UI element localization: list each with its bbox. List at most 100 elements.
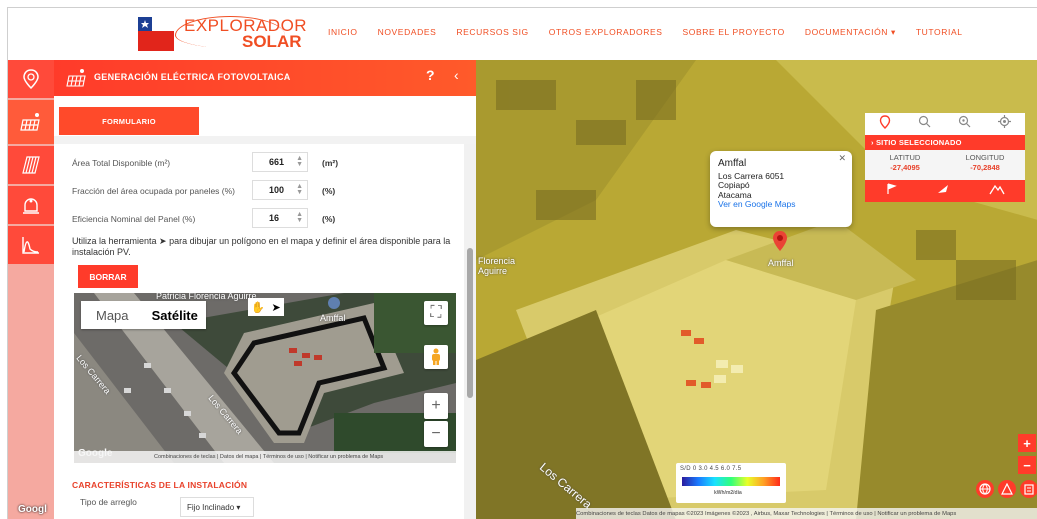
pegman-icon <box>432 348 440 365</box>
arreglo-label: Tipo de arreglo <box>80 497 137 507</box>
close-icon[interactable]: ✕ <box>838 153 846 164</box>
pv-panel: GENERACIÓN ELÉCTRICA FOTOVOLTAICA ? ‹ FO… <box>54 60 476 519</box>
field-label-fraction: Fracción del área ocupada por paneles (%… <box>72 186 236 196</box>
explorador-solar-logo[interactable]: EXPLORADOR SOLAR <box>184 17 307 51</box>
rail-location-button[interactable] <box>8 60 54 98</box>
lat-block: LATITUD -27,4095 <box>865 150 945 180</box>
fraction-input[interactable]: 100 ▲ ▼ <box>252 180 308 200</box>
scrollbar-thumb[interactable] <box>467 248 473 398</box>
nav-recursos-sig[interactable]: RECURSOS SIG <box>456 27 528 38</box>
field-label-efficiency: Eficiencia Nominal del Panel (%) <box>72 214 196 224</box>
map-label-florencia: Florencia <box>478 256 516 266</box>
site-toolbar <box>865 113 1025 135</box>
rail-water-button[interactable] <box>8 186 54 224</box>
rail-thermal-button[interactable] <box>8 146 54 184</box>
draw-tools: ✋ ➤ <box>248 298 284 316</box>
mini-zoom-out[interactable]: − <box>424 421 448 447</box>
globe-icon[interactable] <box>976 480 994 498</box>
map-marker-icon[interactable] <box>772 230 788 252</box>
mini-map[interactable]: Patricia Florencia Aguirre Amffal Los Ca… <box>74 293 456 463</box>
stepper-icon[interactable]: ▲ ▼ <box>296 183 303 196</box>
draw-polygon-icon[interactable]: ➤ <box>272 301 281 314</box>
map-type-toggle: Mapa Satélite <box>81 301 206 329</box>
pennant-icon[interactable] <box>936 182 950 200</box>
fullscreen-icon: ⛶ <box>430 304 442 321</box>
main-nav: INICIO NOVEDADES RECURSOS SIG OTROS EXPL… <box>328 27 983 38</box>
top-header: EXPLORADOR SOLAR INICIO NOVEDADES RECURS… <box>8 8 1037 60</box>
map-label-aguirre: Aguirre <box>478 266 508 276</box>
google-maps-link[interactable]: Ver en Google Maps <box>718 199 844 210</box>
efficiency-unit: (%) <box>322 214 336 224</box>
legend-unit: kWh/m2/día <box>714 490 742 496</box>
mini-map-footer: Combinaciones de teclas | Datos del mapa… <box>74 451 456 463</box>
warning-icon[interactable] <box>998 480 1016 498</box>
site-coords: LATITUD -27,4095 LONGITUD -70,2848 <box>865 150 1025 180</box>
fraction-unit: (%) <box>322 186 336 196</box>
building-icon[interactable] <box>1020 480 1037 498</box>
logo-line-2: SOLAR <box>242 32 302 51</box>
place-infowindow: ✕ Amffal Los Carrera 6051 Copiapó Atacam… <box>710 151 852 227</box>
collapse-button[interactable]: ‹ <box>454 67 459 83</box>
tab-formulario[interactable]: FORMULARIO <box>59 107 199 135</box>
place-name: Amffal <box>718 158 747 169</box>
main-map[interactable]: Florencia Aguirre Los Carrera ✕ Amffal L… <box>476 60 1037 519</box>
nav-tutorial[interactable]: TUTORIAL <box>916 27 963 38</box>
solar-panel-icon <box>20 113 40 131</box>
site-box: › SITIO SELECCIONADO LATITUD -27,4095 LON… <box>865 113 1025 207</box>
panel-scrollbar[interactable] <box>464 144 476 519</box>
street-view-button[interactable] <box>424 345 448 369</box>
location-pin-icon[interactable] <box>879 114 891 134</box>
map-type-satelite[interactable]: Satélite <box>144 301 207 329</box>
efficiency-value: 16 <box>269 213 280 223</box>
water-heater-icon <box>23 198 39 214</box>
nav-inicio[interactable]: INICIO <box>328 27 358 38</box>
map-footer: Combinaciones de teclas Datos de mapas ©… <box>576 508 1037 519</box>
clear-button[interactable]: BORRAR <box>78 265 138 288</box>
help-button[interactable]: ? <box>426 67 435 83</box>
map-zoom-out[interactable]: − <box>1018 456 1036 474</box>
fraction-value: 100 <box>269 185 285 195</box>
mountain-icon[interactable] <box>989 182 1005 200</box>
nav-novedades[interactable]: NOVEDADES <box>378 27 437 38</box>
chart-icon <box>22 237 39 254</box>
radiation-legend: S/D 0 3.0 4.5 6.0 7.5 kWh/m2/día <box>676 463 786 503</box>
location-pin-icon <box>23 69 39 89</box>
area-value: 661 <box>269 157 285 167</box>
solar-collector-icon <box>22 156 40 174</box>
marker-label: Amffal <box>768 258 794 268</box>
hand-icon[interactable]: ✋ <box>251 301 265 314</box>
search-icon[interactable] <box>918 115 931 133</box>
stepper-icon[interactable]: ▲ ▼ <box>296 211 303 224</box>
site-actions <box>865 180 1025 202</box>
fullscreen-button[interactable]: ⛶ <box>424 301 448 325</box>
rail-chart-button[interactable] <box>8 226 54 264</box>
crosshair-icon[interactable] <box>998 115 1012 133</box>
layer-icons <box>976 480 1037 498</box>
section-title: CARACTERÍSTICAS DE LA INSTALACIÓN <box>72 480 248 490</box>
mini-zoom-in[interactable]: + <box>424 393 448 419</box>
area-input[interactable]: 661 ▲ ▼ <box>252 152 308 172</box>
street-label-aguirre: Patricia Florencia Aguirre <box>156 293 257 301</box>
efficiency-input[interactable]: 16 ▲ ▼ <box>252 208 308 228</box>
nav-documentacion[interactable]: DOCUMENTACIÓN ▾ <box>805 27 896 38</box>
tool-rail <box>8 60 54 519</box>
search-pin-icon[interactable] <box>958 115 971 133</box>
lon-label: LONGITUD <box>965 153 1005 162</box>
lat-label: LATITUD <box>889 153 921 162</box>
lat-value: -27,4095 <box>890 163 920 172</box>
plus-icon: + <box>431 397 441 414</box>
area-unit: (m²) <box>322 158 339 168</box>
lon-block: LONGITUD -70,2848 <box>945 150 1025 180</box>
site-title: › SITIO SELECCIONADO <box>865 135 1025 150</box>
map-zoom-in[interactable]: + <box>1018 434 1036 452</box>
legend-values: S/D 0 3.0 4.5 6.0 7.5 <box>680 466 742 472</box>
place-label-amffal: Amffal <box>320 313 346 323</box>
arreglo-select[interactable]: Fijo Inclinado ▾ <box>180 497 254 517</box>
nav-otros-exploradores[interactable]: OTROS EXPLORADORES <box>549 27 663 38</box>
rail-pv-button[interactable] <box>8 100 54 144</box>
flag-icon[interactable] <box>885 182 897 200</box>
map-type-mapa[interactable]: Mapa <box>81 301 144 329</box>
stepper-icon[interactable]: ▲ ▼ <box>296 155 303 168</box>
panel-header: GENERACIÓN ELÉCTRICA FOTOVOLTAICA ? ‹ <box>54 60 476 96</box>
nav-sobre-el-proyecto[interactable]: SOBRE EL PROYECTO <box>683 27 785 38</box>
